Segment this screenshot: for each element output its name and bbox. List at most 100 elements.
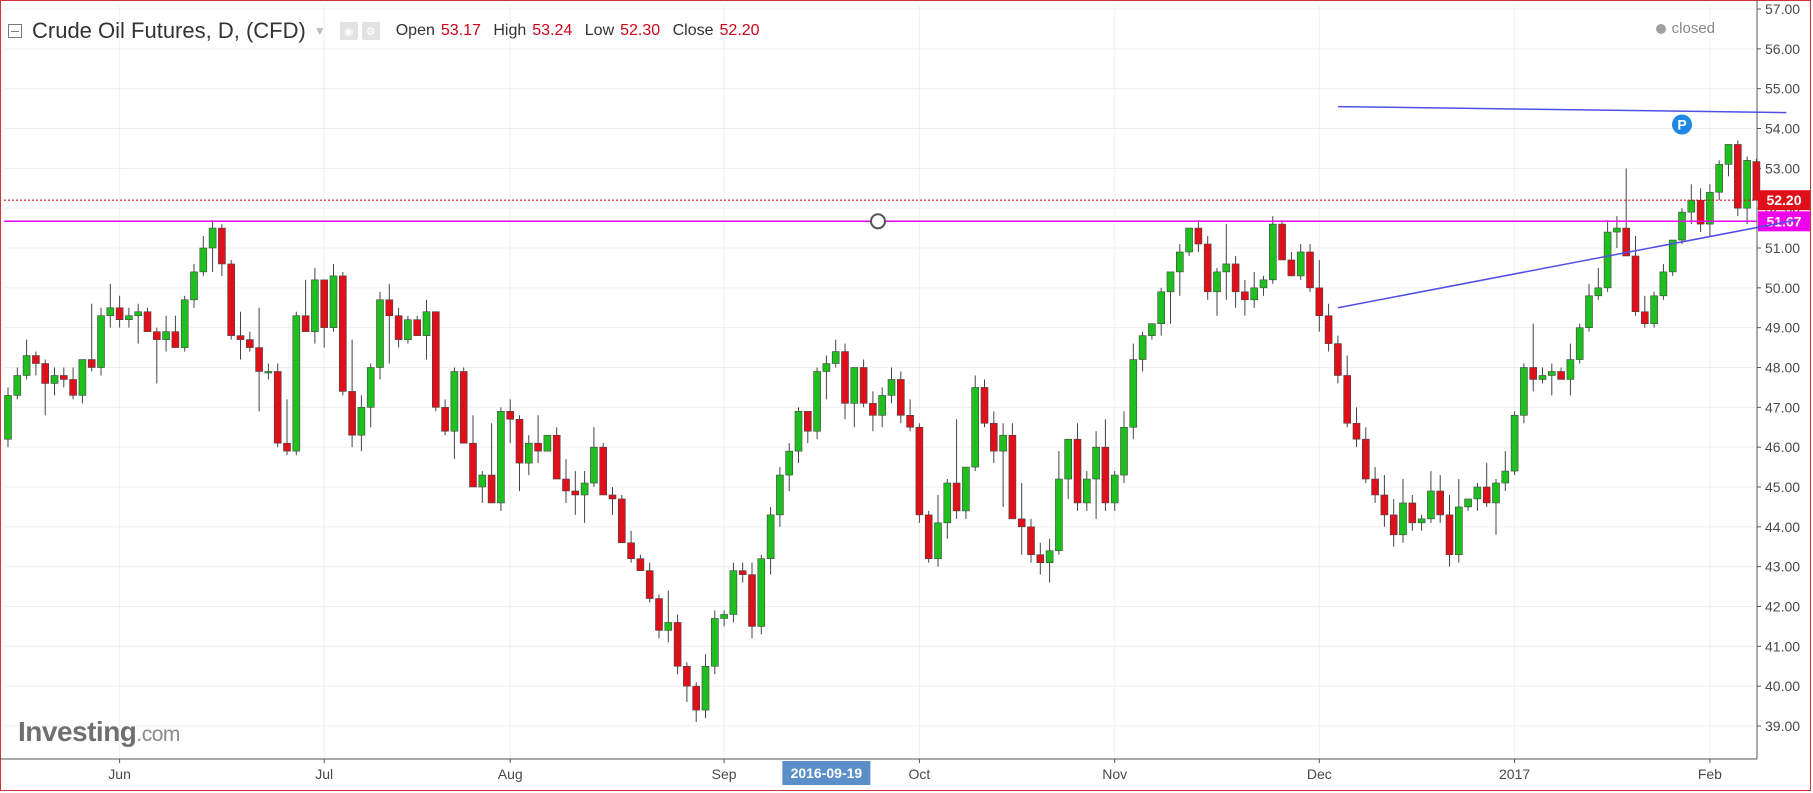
candle-body: [1259, 279, 1268, 289]
y-tick-label: 48.00: [1765, 360, 1800, 376]
candle-body: [1352, 422, 1361, 440]
candle-body: [338, 275, 347, 392]
candle-body: [404, 319, 412, 340]
candle-body: [273, 371, 282, 444]
candle-body: [999, 434, 1007, 452]
collapse-icon[interactable]: [8, 24, 22, 38]
x-tick-label: Feb: [1698, 766, 1722, 782]
candle-body: [1278, 223, 1286, 261]
candle-body: [1678, 211, 1686, 241]
y-tick-label: 56.00: [1765, 41, 1800, 57]
chevron-down-icon[interactable]: ▼: [314, 24, 326, 38]
candle-body: [87, 359, 96, 368]
candle-body: [822, 363, 831, 372]
candle-body: [608, 494, 617, 500]
candle-body: [924, 514, 933, 560]
candle-body: [766, 514, 775, 560]
candle-body: [115, 307, 124, 320]
candle-body: [1073, 438, 1082, 504]
candle-body: [97, 315, 105, 368]
chart-title: Crude Oil Futures, D, (CFD): [32, 18, 306, 43]
y-tick-label: 43.00: [1765, 559, 1800, 575]
candle-body: [50, 375, 59, 384]
candle-body: [41, 363, 50, 384]
candle-body: [841, 351, 849, 404]
candle-body: [552, 434, 561, 480]
candle-body: [171, 331, 180, 348]
line-handle-icon[interactable]: [870, 213, 886, 230]
price-tag-label: 51.67: [1766, 213, 1801, 229]
candle-body: [831, 351, 840, 364]
eye-icon[interactable]: ◉: [339, 22, 358, 40]
candle-body: [543, 434, 552, 452]
x-tick-label: Oct: [909, 766, 931, 782]
candle-body: [1241, 291, 1249, 301]
candle-body: [571, 490, 580, 496]
gear-icon[interactable]: ⚙: [361, 22, 380, 40]
y-tick-label: 53.00: [1765, 160, 1800, 176]
candle-body: [394, 315, 403, 340]
x-tick-label: Dec: [1307, 766, 1332, 782]
close-label: Close: [672, 22, 714, 39]
candle-body: [431, 311, 440, 408]
candle-body: [1594, 287, 1603, 297]
x-tick-label: Aug: [498, 766, 523, 782]
y-tick-label: 40.00: [1765, 678, 1800, 694]
candle-body: [357, 407, 366, 436]
candle-body: [878, 395, 887, 416]
candle-body: [729, 570, 738, 615]
candle-body: [1315, 287, 1324, 317]
candle-body: [813, 371, 821, 432]
candle-body: [1296, 251, 1305, 277]
candle-body: [1743, 160, 1751, 209]
cursor-date-label: 2016-09-19: [791, 765, 863, 781]
candle-body: [1166, 271, 1175, 293]
candle-body: [1603, 231, 1612, 289]
candle-body: [1520, 367, 1528, 416]
candle-body: [329, 275, 338, 328]
candle-body: [1306, 251, 1314, 289]
candle-body: [1287, 259, 1296, 277]
candle-body: [1362, 438, 1370, 480]
candle-body: [376, 299, 384, 368]
candle-body: [1269, 223, 1277, 281]
price-chart[interactable]: 39.00 40.00 41.00 42.00 43.00 44.00 45.00 46.00…: [0, 0, 1813, 793]
candle-body: [1231, 263, 1240, 293]
candle-body: [199, 247, 208, 273]
x-tick-label: 2017: [1499, 766, 1530, 782]
investing-logo: Investing.com: [18, 716, 180, 748]
candle-body: [1194, 227, 1203, 245]
candle-body: [943, 482, 952, 524]
candle-body: [1706, 191, 1714, 225]
candle-body: [506, 411, 515, 420]
candle-body: [1659, 271, 1668, 297]
x-tick-label: Jul: [315, 766, 333, 782]
candle-body: [1027, 526, 1035, 556]
candle-body: [1250, 287, 1258, 301]
candle-body: [1083, 478, 1091, 504]
candle-body: [366, 367, 375, 408]
status-dot-icon: [1655, 23, 1666, 34]
candle-body: [1045, 550, 1054, 563]
candle-body: [180, 299, 189, 348]
candle-body: [1548, 371, 1556, 376]
candle-body: [524, 442, 533, 464]
candle-body: [1510, 414, 1519, 472]
candle-body: [236, 335, 245, 340]
y-tick-label: 50.00: [1765, 280, 1800, 296]
candle-body: [497, 411, 505, 504]
candle-body: [208, 227, 217, 249]
candle-body: [673, 622, 682, 667]
candle-body: [859, 367, 868, 404]
candle-body: [1036, 554, 1045, 563]
candle-body: [1203, 243, 1212, 293]
candle-body: [255, 347, 263, 372]
y-tick-label: 44.00: [1765, 519, 1800, 535]
candle-body: [1120, 426, 1128, 476]
candle-body: [1650, 295, 1658, 324]
candle-body: [1482, 486, 1491, 504]
candle-body: [1715, 164, 1723, 193]
y-tick-label: 45.00: [1765, 479, 1800, 495]
candle-body: [450, 371, 459, 432]
candle-body: [413, 319, 422, 336]
